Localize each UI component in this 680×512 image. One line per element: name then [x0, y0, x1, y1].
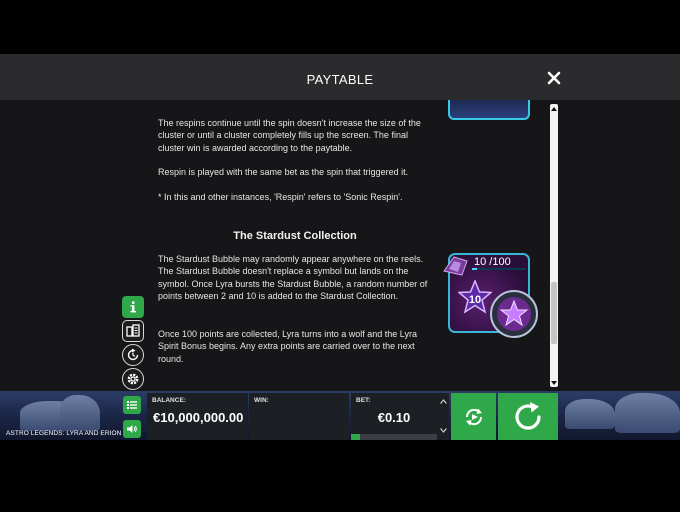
respin-illustration — [448, 100, 530, 120]
star-badge-value: 10 — [469, 294, 481, 306]
balance-value: €10,000,000.00 — [153, 410, 244, 425]
letterbox-top — [0, 0, 680, 54]
stardust-gem-icon — [443, 256, 468, 276]
bet-increase-icon[interactable] — [440, 399, 447, 404]
bet-label: BET: — [356, 397, 371, 404]
star-badge-icon: 10 — [458, 280, 492, 314]
spin-icon — [515, 401, 541, 430]
paytable-icon — [126, 324, 140, 337]
stardust-points-bar — [472, 268, 526, 270]
stardust-points-fill — [472, 268, 478, 270]
bet-value: €0.10 — [377, 410, 411, 425]
close-icon — [547, 71, 561, 85]
respin-paragraph: The respins continue until the spin does… — [158, 118, 421, 153]
letterbox-bottom — [0, 440, 680, 512]
game-name: ASTRO LEGENDS: LYRA AND ERION — [6, 430, 122, 437]
speaker-icon — [127, 425, 137, 433]
info-icon — [130, 301, 136, 313]
balance-label: BALANCE: — [152, 397, 186, 404]
respin-note-paragraph: * In this and other instances, 'Respin' … — [158, 192, 403, 202]
scroll-up-icon[interactable] — [551, 106, 557, 112]
bonus-paragraph: Once 100 points are collected, Lyra turn… — [158, 329, 417, 364]
stardust-paragraph: The Stardust Bubble may randomly appear … — [158, 254, 428, 301]
autoplay-button[interactable] — [451, 393, 496, 440]
sound-button[interactable] — [123, 420, 141, 438]
info-button[interactable] — [122, 296, 144, 318]
bet-decrease-icon[interactable] — [440, 428, 447, 433]
scroll-down-icon[interactable] — [551, 380, 557, 386]
settings-icon — [127, 373, 139, 385]
settings-button[interactable] — [122, 368, 144, 390]
menu-button[interactable] — [123, 396, 141, 414]
autoplay-icon — [465, 408, 482, 425]
history-button[interactable] — [122, 344, 144, 366]
stardust-bubble-icon — [490, 290, 538, 338]
paytable-title: PAYTABLE — [306, 72, 374, 87]
paytable-button[interactable] — [122, 320, 144, 342]
spin-button[interactable] — [498, 393, 558, 440]
section-heading: The Stardust Collection — [233, 230, 357, 242]
bet-adjuster — [437, 393, 449, 440]
menu-list-icon — [127, 401, 137, 409]
content-scrollbar[interactable] — [550, 104, 558, 387]
scrollbar-thumb[interactable] — [551, 282, 557, 344]
close-button[interactable] — [545, 69, 563, 87]
history-icon — [127, 348, 139, 361]
stardust-points-label: 10 /100 — [474, 256, 511, 268]
respin-bet-paragraph: Respin is played with the same bet as th… — [158, 167, 409, 177]
win-label: WIN: — [254, 397, 269, 404]
